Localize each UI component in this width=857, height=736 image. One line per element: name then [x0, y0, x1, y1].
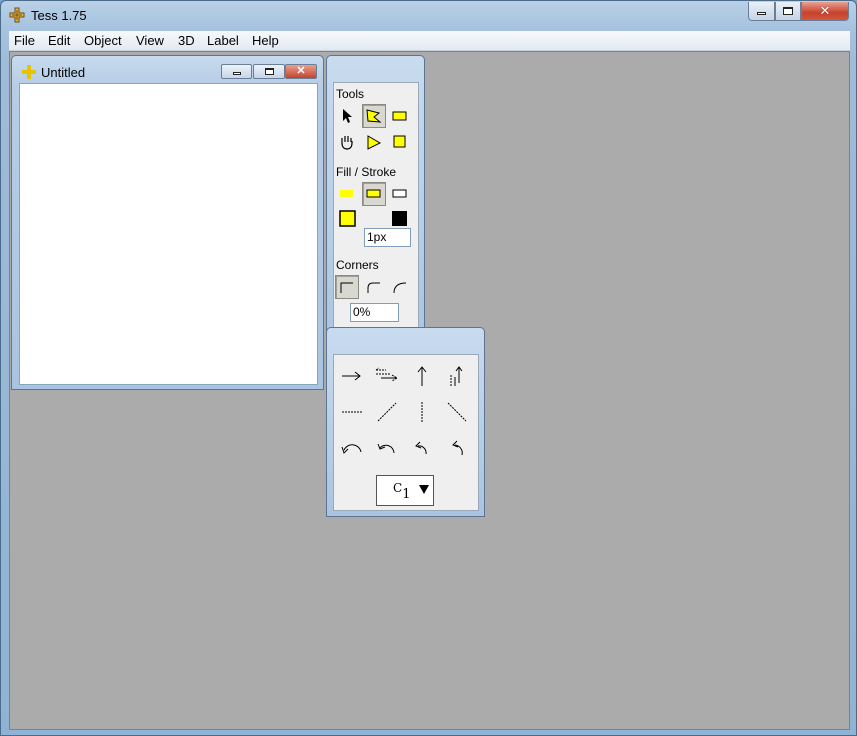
diagonal-mirror-tool[interactable]	[372, 399, 402, 425]
fill-stroke-label: Fill / Stroke	[336, 165, 397, 179]
glide-up-icon	[450, 366, 463, 386]
select-tool[interactable]	[335, 104, 359, 128]
stroke-width-field[interactable]: 1px	[364, 228, 411, 247]
menu-help[interactable]: Help	[252, 33, 279, 48]
fill-and-stroke-option[interactable]	[362, 182, 386, 206]
polygon-tool-icon	[366, 109, 382, 123]
polygon-tool[interactable]	[362, 104, 386, 128]
symmetry-group-order: 1	[402, 487, 411, 502]
stroke-only-option[interactable]	[388, 182, 412, 206]
horizontal-mirror-tool[interactable]	[337, 399, 367, 425]
menu-edit[interactable]: Edit	[48, 33, 70, 48]
square-corner-option[interactable]	[335, 275, 359, 299]
arrow-right-icon	[342, 371, 361, 381]
round-corner-icon	[367, 282, 380, 293]
dropdown-arrow-icon	[419, 485, 429, 494]
hand-icon	[341, 136, 353, 150]
symmetry-group-letter: C	[393, 481, 403, 495]
restore-icon	[264, 68, 274, 75]
fill-and-stroke-icon	[366, 189, 381, 198]
app-title: Tess 1.75	[31, 8, 87, 23]
square-corner-icon	[340, 282, 353, 293]
triangle-tool[interactable]	[362, 130, 386, 154]
close-button[interactable]: ✕	[801, 2, 849, 21]
diagonal-dotted-line-icon	[377, 402, 397, 422]
menu-bar: File Edit Object View 3D Label Help	[9, 31, 850, 51]
restore-icon	[783, 7, 793, 15]
arrow-up-icon	[417, 366, 427, 386]
document-minimize-button[interactable]	[221, 64, 252, 79]
menu-file[interactable]: File	[14, 33, 35, 48]
horizontal-dotted-line-icon	[342, 411, 362, 413]
document-window: Untitled ✕	[11, 55, 324, 390]
minimize-icon	[232, 72, 241, 75]
translate-right-tool[interactable]	[337, 363, 367, 389]
curved-corner-option[interactable]	[388, 275, 412, 299]
tools-panel: Tools Fill / Stroke 1px Corners 0%	[333, 82, 419, 352]
menu-object[interactable]: Object	[84, 33, 122, 48]
glide-right-tool[interactable]	[372, 363, 402, 389]
close-icon: ✕	[819, 3, 831, 19]
antidiagonal-mirror-tool[interactable]	[442, 399, 472, 425]
fill-color-swatch[interactable]	[336, 207, 360, 231]
corner-radius-field[interactable]: 0%	[350, 303, 399, 322]
rectangle-tool-icon	[392, 111, 407, 121]
rotate-half-tool[interactable]	[337, 435, 367, 461]
symmetry-group-value: C1	[393, 481, 410, 502]
drawing-canvas[interactable]	[19, 83, 318, 385]
tools-palette: Tools Fill / Stroke 1px Corners 0%	[326, 55, 425, 355]
vertical-dotted-line-icon	[421, 402, 423, 422]
menu-label[interactable]: Label	[207, 33, 239, 48]
rotate-90-icon	[415, 441, 427, 455]
close-icon: ✕	[296, 65, 306, 77]
glide-reflection-icon	[375, 367, 398, 382]
rotate-sixth-tool[interactable]	[442, 435, 472, 461]
rotate-60-icon	[452, 440, 463, 456]
menu-view[interactable]: View	[136, 33, 164, 48]
fill-only-icon	[340, 190, 353, 197]
rotate-120-icon	[377, 443, 395, 454]
document-icon	[22, 65, 36, 79]
document-title: Untitled	[41, 65, 86, 80]
document-close-button[interactable]: ✕	[285, 64, 317, 79]
glide-up-tool[interactable]	[442, 363, 472, 389]
document-maximize-button[interactable]	[253, 64, 285, 79]
tools-label: Tools	[336, 87, 365, 101]
symmetry-group-select[interactable]: C1	[376, 475, 434, 506]
symmetry-panel: C1	[333, 354, 479, 511]
translate-up-tool[interactable]	[407, 363, 437, 389]
square-tool[interactable]	[388, 130, 412, 154]
corners-label: Corners	[336, 258, 379, 272]
select-arrow-icon	[343, 109, 352, 123]
fill-color-swatch-icon	[339, 210, 356, 227]
rotate-third-tool[interactable]	[372, 435, 402, 461]
rotate-quarter-tool[interactable]	[407, 435, 437, 461]
vertical-mirror-tool[interactable]	[407, 399, 437, 425]
hand-tool[interactable]	[335, 130, 359, 154]
round-corner-option[interactable]	[362, 275, 386, 299]
maximize-button[interactable]	[775, 2, 801, 21]
symmetry-palette: C1	[326, 327, 485, 517]
rotate-180-icon	[341, 444, 362, 454]
minimize-icon	[757, 12, 766, 15]
menu-3d[interactable]: 3D	[178, 33, 195, 48]
antidiagonal-dotted-line-icon	[447, 402, 467, 422]
triangle-tool-icon	[367, 135, 382, 150]
curved-corner-icon	[393, 282, 407, 294]
rectangle-tool[interactable]	[388, 104, 412, 128]
minimize-button[interactable]	[748, 2, 775, 21]
stroke-only-icon	[392, 189, 407, 198]
fill-only-option[interactable]	[335, 182, 359, 206]
title-bar[interactable]: Tess 1.75 ✕	[1, 1, 856, 31]
square-tool-icon	[393, 135, 406, 148]
stroke-color-swatch-icon	[392, 211, 407, 226]
app-logo-icon	[9, 7, 25, 23]
